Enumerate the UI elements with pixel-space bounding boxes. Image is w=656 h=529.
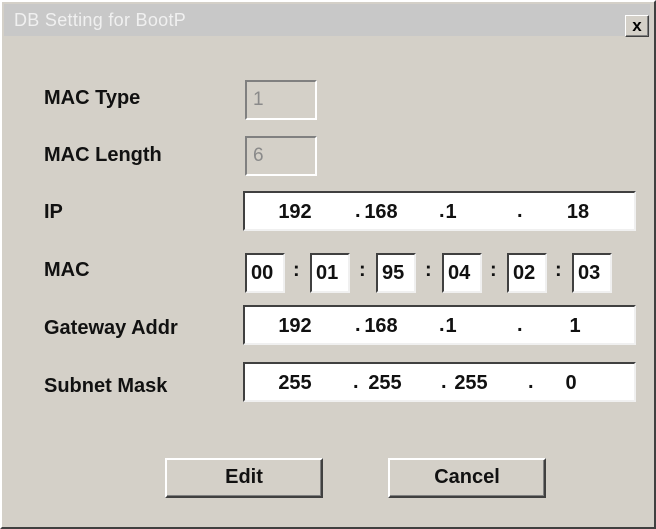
subnet-mask-field[interactable]: 255 . 255 . 255 . 0 — [243, 362, 636, 402]
gateway-octet-4[interactable]: 1 — [545, 315, 605, 338]
mac-byte-6[interactable]: 03 — [572, 253, 612, 293]
ip-octet-1[interactable]: 192 — [265, 201, 325, 224]
mac-colon-3: : — [425, 259, 432, 281]
close-icon: x — [632, 16, 642, 35]
mac-colon-4: : — [490, 259, 497, 281]
mac-byte-4[interactable]: 04 — [442, 253, 482, 293]
subnet-label: Subnet Mask — [44, 375, 168, 397]
ip-address-field[interactable]: 192 . 168 . 1 . 18 — [243, 191, 636, 231]
gateway-octet-3[interactable]: 1 — [421, 315, 481, 338]
ip-octet-3[interactable]: 1 — [421, 201, 481, 224]
gateway-octet-2[interactable]: 168 — [351, 315, 411, 338]
subnet-octet-4[interactable]: 0 — [541, 372, 601, 395]
cancel-button[interactable]: Cancel — [388, 458, 546, 498]
close-button[interactable]: x — [625, 15, 649, 37]
subnet-octet-3[interactable]: 255 — [441, 372, 501, 395]
edit-button[interactable]: Edit — [165, 458, 323, 498]
ip-octet-2[interactable]: 168 — [351, 201, 411, 224]
mac-colon-1: : — [293, 259, 300, 281]
ip-dot-3: . — [517, 200, 523, 222]
title-bar[interactable]: DB Setting for BootP x — [4, 4, 650, 37]
subnet-octet-1[interactable]: 255 — [265, 372, 325, 395]
mac-length-field: 6 — [245, 136, 317, 176]
mac-type-label: MAC Type — [44, 87, 141, 109]
mac-byte-2[interactable]: 01 — [310, 253, 350, 293]
mac-byte-3[interactable]: 95 — [376, 253, 416, 293]
window-title: DB Setting for BootP — [14, 10, 187, 30]
gateway-dot-3: . — [517, 314, 523, 336]
mac-byte-5[interactable]: 02 — [507, 253, 547, 293]
mac-length-label: MAC Length — [44, 144, 162, 166]
mac-byte-1[interactable]: 00 — [245, 253, 285, 293]
mac-label: MAC — [44, 259, 90, 281]
subnet-dot-3: . — [528, 371, 534, 393]
bootp-settings-dialog: DB Setting for BootP x MAC Type 1 MAC Le… — [0, 0, 656, 529]
gateway-address-field[interactable]: 192 . 168 . 1 . 1 — [243, 305, 636, 345]
ip-label: IP — [44, 201, 63, 223]
mac-type-field: 1 — [245, 80, 317, 120]
subnet-octet-2[interactable]: 255 — [355, 372, 415, 395]
ip-octet-4[interactable]: 18 — [548, 201, 608, 224]
mac-colon-2: : — [359, 259, 366, 281]
gateway-label: Gateway Addr — [44, 317, 178, 339]
gateway-octet-1[interactable]: 192 — [265, 315, 325, 338]
mac-colon-5: : — [555, 259, 562, 281]
